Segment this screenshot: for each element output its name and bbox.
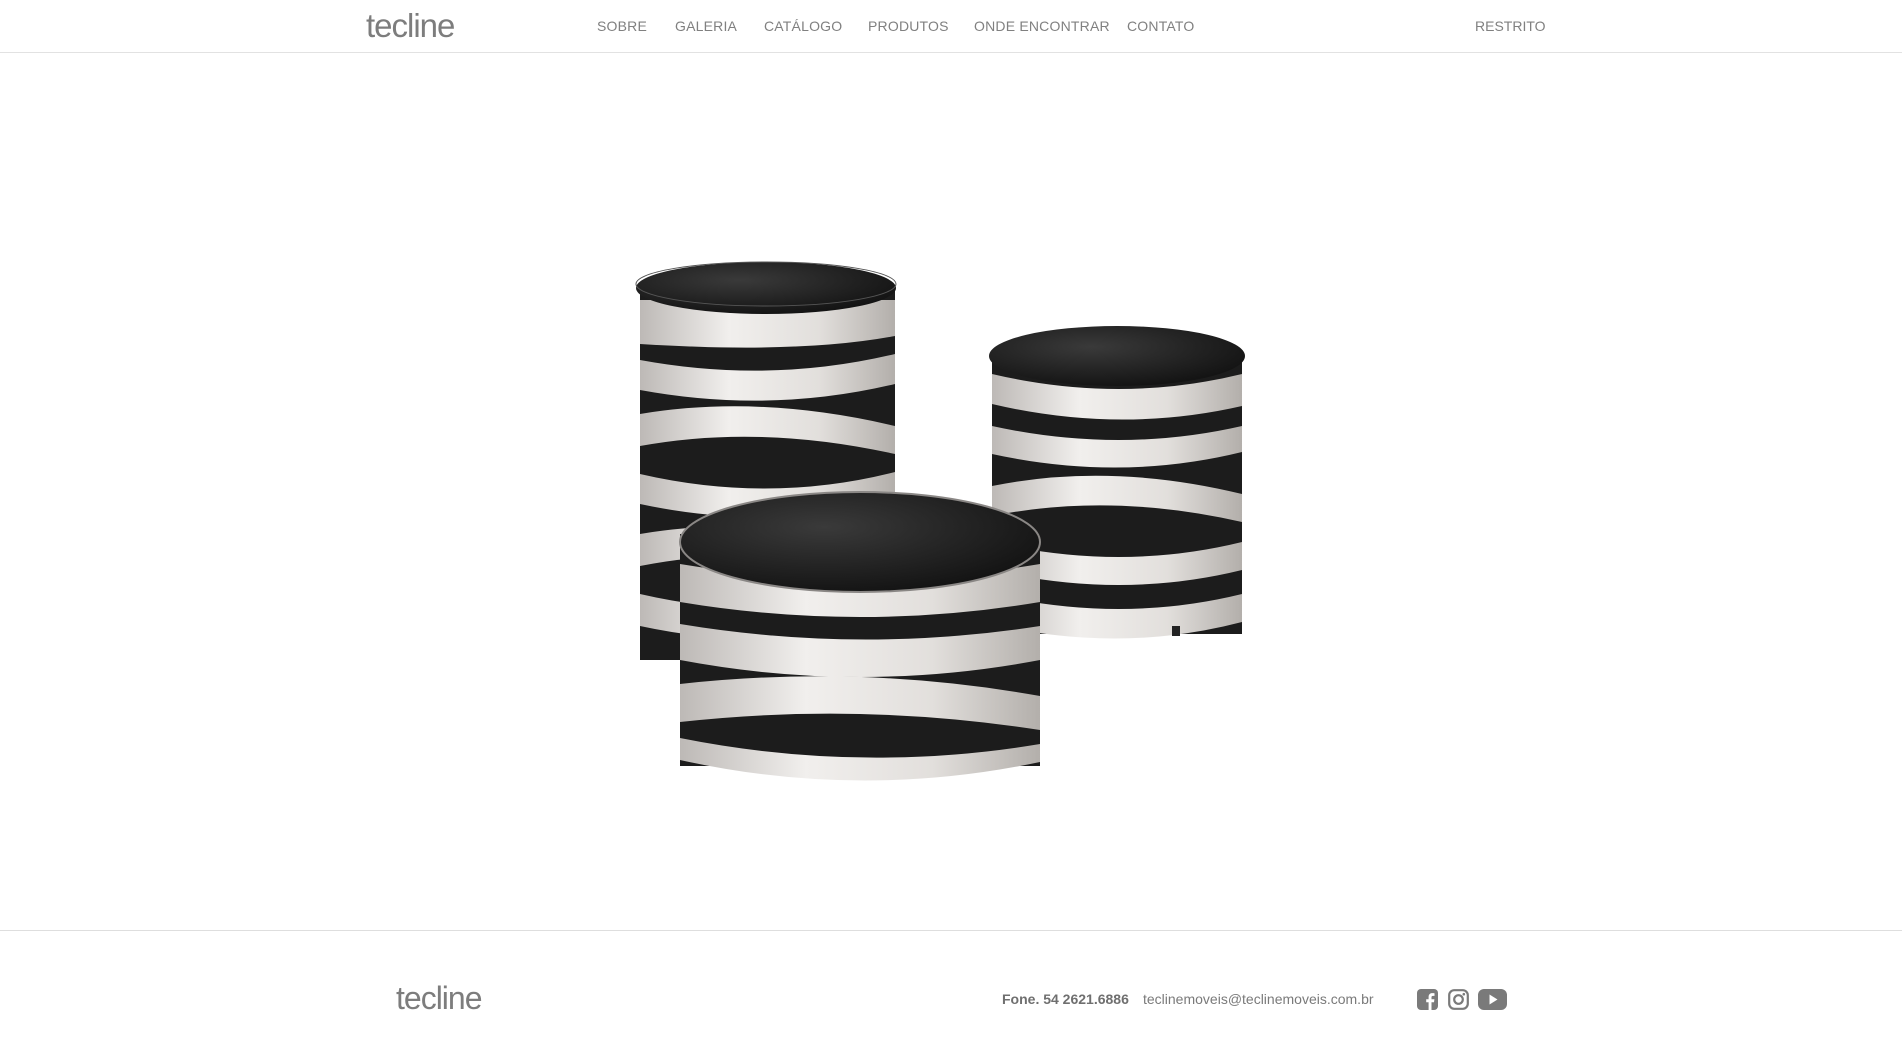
- product-image: [635, 261, 1245, 781]
- site-header: tecline SOBRE GALERIA CATÁLOGO PRODUTOS …: [0, 0, 1902, 53]
- header-logo[interactable]: tecline: [366, 4, 455, 48]
- hero-banner: [0, 54, 1902, 930]
- instagram-icon[interactable]: [1447, 987, 1469, 1011]
- phone-number: Fone. 54 2621.6886: [1002, 991, 1129, 1007]
- site-footer: tecline Fone. 54 2621.6886 teclinemoveis…: [0, 930, 1902, 1055]
- nav-item-contato[interactable]: CONTATO: [1127, 18, 1195, 34]
- nav-item-catalogo[interactable]: CATÁLOGO: [764, 18, 842, 34]
- facebook-icon[interactable]: [1416, 987, 1438, 1011]
- nav-item-produtos[interactable]: PRODUTOS: [868, 18, 949, 34]
- email-link[interactable]: teclinemoveis@teclinemoveis.com.br: [1143, 991, 1374, 1007]
- footer-logo[interactable]: tecline: [396, 978, 482, 1018]
- youtube-icon[interactable]: [1477, 987, 1507, 1011]
- coffee-table: [679, 491, 1041, 781]
- nav-item-galeria[interactable]: GALERIA: [675, 18, 737, 34]
- restricted-link[interactable]: RESTRITO: [1475, 18, 1546, 34]
- nav-item-sobre[interactable]: SOBRE: [597, 18, 647, 34]
- nav-item-onde-encontrar[interactable]: ONDE ENCONTRAR: [974, 18, 1110, 34]
